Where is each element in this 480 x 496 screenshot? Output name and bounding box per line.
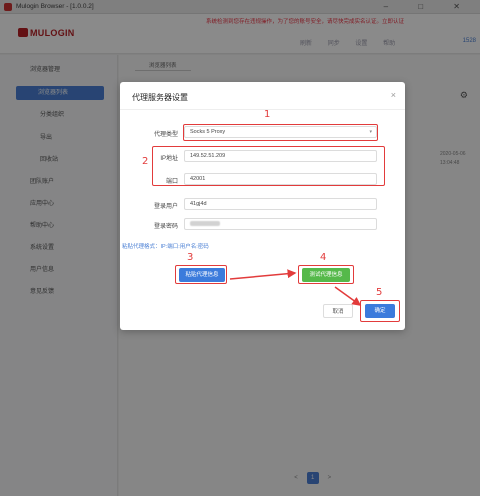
arrow-3-to-4 [229, 269, 297, 280]
annotation-arrows [229, 269, 362, 306]
arrow-4-to-5 [334, 286, 362, 306]
